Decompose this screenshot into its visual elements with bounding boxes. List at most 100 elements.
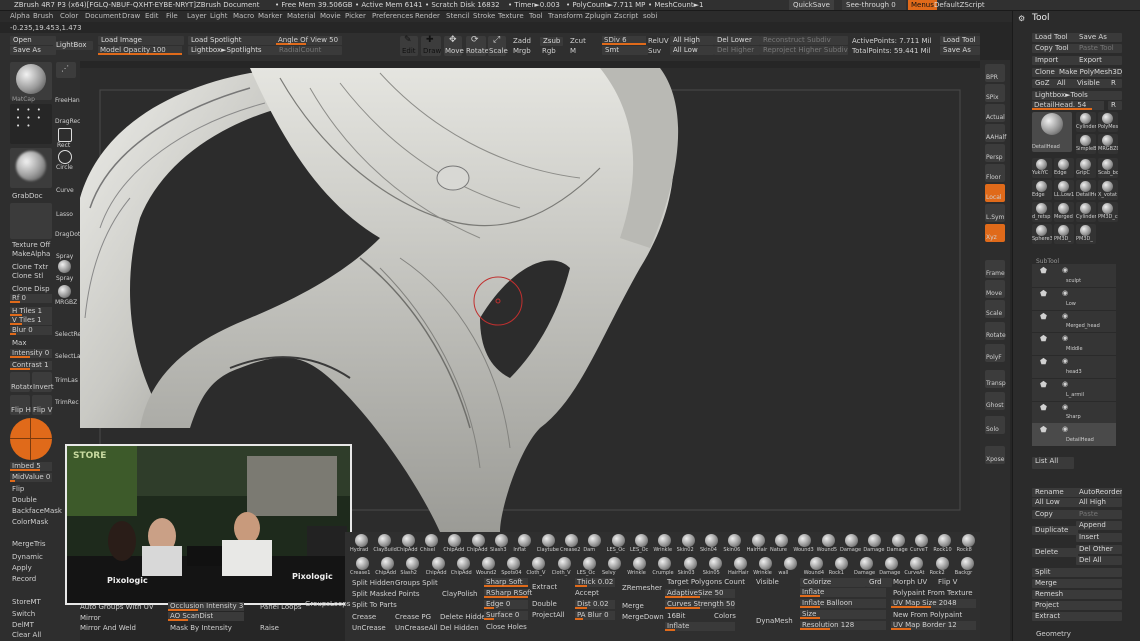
- del-higher-button[interactable]: Del Higher: [714, 46, 760, 55]
- zsub-button[interactable]: Zsub: [540, 37, 564, 46]
- target-polygons-count-slider[interactable]: Target Polygons Count: [667, 578, 745, 587]
- right-frame-button[interactable]: Frame: [985, 260, 1005, 278]
- tool-thumbnail-d-retsp[interactable]: d_retsp: [1032, 202, 1052, 222]
- brush-wall[interactable]: wall: [778, 556, 803, 578]
- all-high-button[interactable]: All High: [670, 36, 714, 45]
- subtool-item[interactable]: ⬟ ◉ DetailHead: [1032, 423, 1116, 447]
- trim-lasso-label[interactable]: TrimLas: [55, 376, 78, 385]
- tool-thumbnail-x-votat[interactable]: X_votat: [1098, 180, 1118, 200]
- tool-thumbnail-polymes[interactable]: PolyMes: [1098, 112, 1118, 132]
- del-hidden-button[interactable]: Del Hidden: [440, 624, 479, 633]
- tool-thumbnail-gripc[interactable]: GripC: [1076, 158, 1096, 178]
- brush-chipadd[interactable]: ChipAdd: [397, 533, 420, 555]
- menu-movie[interactable]: Movie: [320, 12, 341, 20]
- tool-r-button[interactable]: R: [1108, 101, 1122, 110]
- uncrease-button[interactable]: UnCrease: [352, 624, 386, 633]
- mrgbz-sphere-icon[interactable]: [58, 285, 71, 298]
- menu-zplugin[interactable]: Zplugin: [585, 12, 611, 20]
- clone-disp-button[interactable]: Clone Disp: [12, 285, 50, 294]
- menu-brush[interactable]: Brush: [33, 12, 53, 20]
- tool-palette-gear-icon[interactable]: ⚙: [1018, 14, 1025, 23]
- append-button[interactable]: Append: [1076, 521, 1122, 530]
- right-local-button[interactable]: Local: [985, 184, 1005, 202]
- menu-preferences[interactable]: Preferences: [372, 12, 413, 20]
- clone-txtr-button[interactable]: Clone Txtr: [12, 263, 48, 272]
- flip-button[interactable]: Flip: [12, 485, 24, 494]
- default-zscript-button[interactable]: DefaultZScript: [934, 0, 985, 10]
- brush-crumple[interactable]: Crumple: [652, 556, 677, 578]
- goz-r-button[interactable]: R: [1108, 79, 1122, 88]
- brush-skin03[interactable]: Skin03: [678, 556, 703, 578]
- right-actual-button[interactable]: Actual: [985, 104, 1005, 122]
- inflate-balloon-slider[interactable]: Inflate Balloon: [800, 599, 886, 608]
- m-button[interactable]: M: [570, 47, 576, 56]
- lightbox-button[interactable]: LightBox: [53, 41, 93, 50]
- brush-nature[interactable]: Nature: [770, 533, 793, 555]
- zremesher-button[interactable]: ZRemesher: [622, 584, 662, 593]
- del-all-button[interactable]: Del All: [1076, 556, 1122, 565]
- auto-groups-with-uv-button[interactable]: Auto Groups With UV: [80, 603, 154, 612]
- accept-button[interactable]: Accept: [575, 589, 599, 598]
- make-polymesh3d-button[interactable]: Make PolyMesh3D: [1056, 68, 1122, 77]
- uncrease-all-button[interactable]: UnCreaseAll: [395, 624, 437, 633]
- goz-visible-button[interactable]: Visible: [1074, 79, 1110, 88]
- uv-map-size-slider[interactable]: UV Map Size 2048: [891, 599, 976, 608]
- close-holes-button[interactable]: Close Holes: [486, 623, 527, 632]
- suv-button[interactable]: Suv: [648, 47, 661, 56]
- mirror-button[interactable]: Mirror: [80, 614, 101, 623]
- occlusion-intensity-slider[interactable]: Occlusion Intensity 3: [168, 602, 244, 611]
- angle-of-view-slider[interactable]: Angle Of View 50: [276, 36, 342, 45]
- brush-dam[interactable]: Dam: [583, 533, 606, 555]
- apply-button[interactable]: Apply: [12, 564, 32, 573]
- eye-icon[interactable]: ◉: [1062, 334, 1068, 343]
- clear-all-button[interactable]: Clear All: [12, 631, 41, 640]
- brush-wrinkle[interactable]: Wrinkle: [753, 556, 778, 578]
- brush-damage[interactable]: Damage: [854, 556, 879, 578]
- tool-save-as-button[interactable]: Save As: [1076, 33, 1122, 42]
- subtool-item[interactable]: ⬟ ◉ Middle: [1032, 332, 1116, 356]
- quicksave-button[interactable]: QuickSave: [789, 0, 834, 10]
- brush-wound4[interactable]: Wound4: [804, 556, 829, 578]
- sdiv-slider[interactable]: SDiv 6: [602, 36, 646, 45]
- brush-chipadd[interactable]: ChipAdd: [375, 556, 400, 578]
- tool-thumbnail-edge[interactable]: Edge: [1032, 180, 1052, 200]
- zadd-button[interactable]: Zadd: [513, 37, 531, 46]
- load-tool-top-button[interactable]: Load Tool: [940, 36, 980, 45]
- eye-icon[interactable]: ◉: [1062, 425, 1068, 434]
- brush-skin05[interactable]: Skin05: [703, 556, 728, 578]
- claypolish-button[interactable]: ClayPolish: [442, 590, 478, 599]
- visible-button[interactable]: Visible: [756, 578, 779, 587]
- flip-h-button[interactable]: Flip H: [10, 395, 31, 415]
- menu-file[interactable]: File: [166, 12, 178, 20]
- mrgb-button[interactable]: Mrgb: [513, 47, 531, 56]
- subtool-item[interactable]: ⬟ ◉ head3: [1032, 355, 1116, 379]
- brush-skin04[interactable]: Skin04: [700, 533, 723, 555]
- brush-crease2[interactable]: Crease2: [560, 533, 583, 555]
- tool-thumbnail-ll-low141[interactable]: LL.Low141: [1054, 180, 1074, 200]
- raise-button[interactable]: Raise: [260, 624, 279, 633]
- eye-icon[interactable]: ◉: [1062, 312, 1068, 321]
- brush-chipadd[interactable]: ChipAdd: [467, 533, 490, 555]
- brush-rock2[interactable]: Rock2: [930, 556, 955, 578]
- curves-strength-slider[interactable]: Curves Strength 50: [665, 600, 735, 609]
- brush-slash3[interactable]: Slash3: [490, 533, 513, 555]
- menu-stencil[interactable]: Stencil: [446, 12, 470, 20]
- menu-stroke[interactable]: Stroke: [473, 12, 495, 20]
- morph-uv-button[interactable]: Morph UV: [893, 578, 927, 587]
- reconstruct-subdiv-button[interactable]: Reconstruct Subdiv: [760, 36, 848, 45]
- ao-scandist-slider[interactable]: AO ScanDist: [168, 612, 244, 621]
- brush-les-oc[interactable]: LES_Oc: [577, 556, 602, 578]
- brush-rock1[interactable]: Rock1: [829, 556, 854, 578]
- brush-hairhair[interactable]: HairHair: [728, 556, 753, 578]
- merge-menu[interactable]: Merge: [1032, 579, 1122, 588]
- eye-icon[interactable]: ◉: [1062, 289, 1068, 298]
- max-button[interactable]: Max: [12, 339, 26, 348]
- right-persp-button[interactable]: Persp: [985, 144, 1005, 162]
- see-through-slider[interactable]: See-through 0: [842, 0, 906, 10]
- delete-subtool-button[interactable]: Delete: [1032, 548, 1078, 557]
- brush-curveat[interactable]: CurveAt: [904, 556, 929, 578]
- size-slider[interactable]: Size: [800, 610, 886, 619]
- eye-icon[interactable]: ◉: [1062, 266, 1068, 275]
- merge-button[interactable]: Merge: [622, 602, 644, 611]
- menu-render[interactable]: Render: [415, 12, 440, 20]
